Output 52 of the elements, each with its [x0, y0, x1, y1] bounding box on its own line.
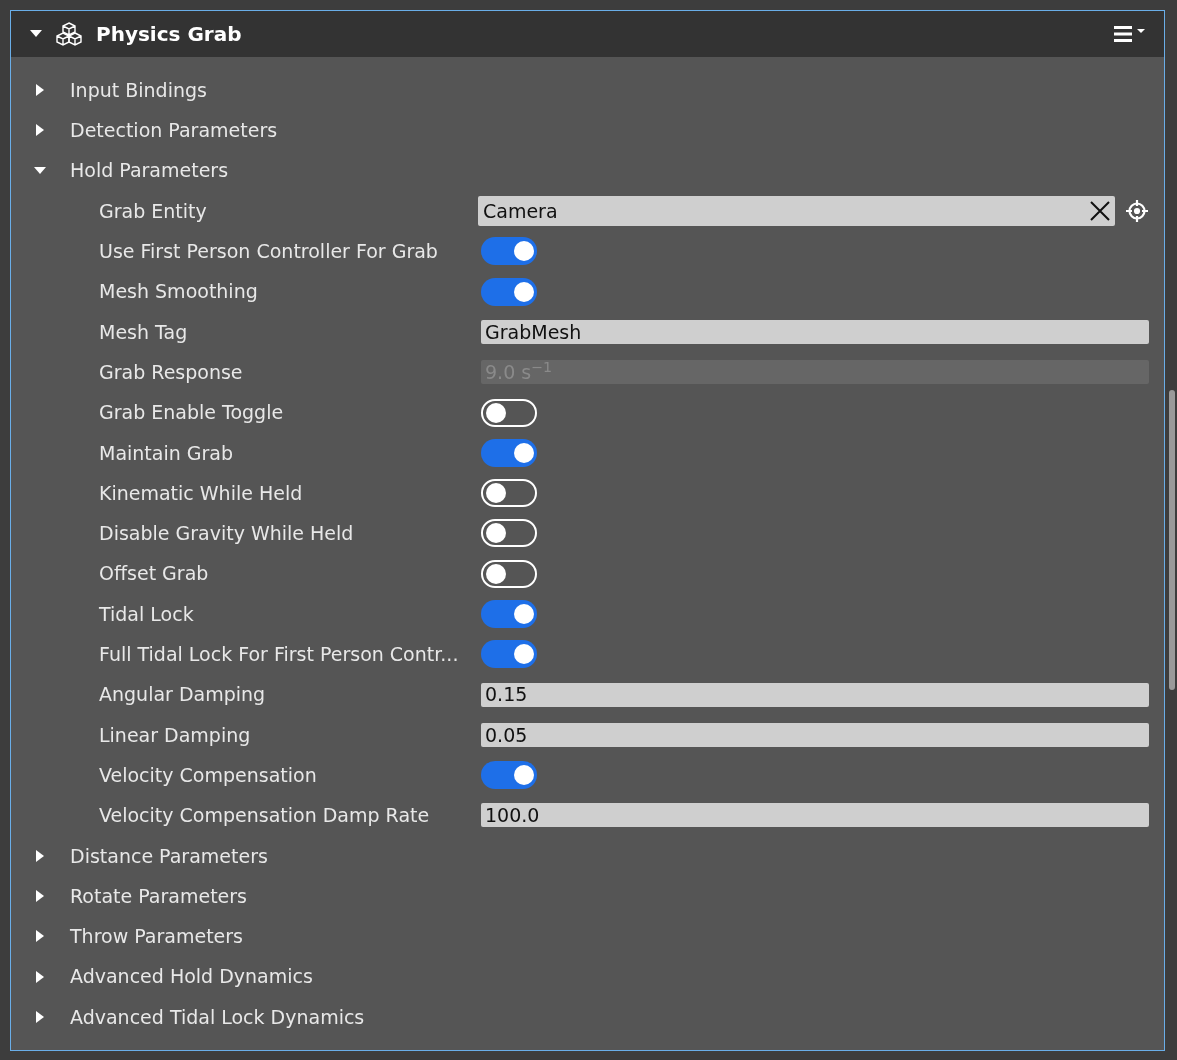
caret-right-icon[interactable]	[34, 890, 46, 903]
close-icon[interactable]	[1089, 200, 1111, 223]
toggle-switch[interactable]	[481, 398, 537, 427]
property-label: Offset Grab	[99, 561, 210, 587]
toggle-switch[interactable]	[481, 277, 537, 306]
property-label: Grab Entity	[99, 198, 208, 224]
caret-right-icon[interactable]	[34, 124, 46, 137]
section-header[interactable]: Rotate Parameters	[11, 875, 1149, 917]
entity-field[interactable]: Camera	[478, 196, 1115, 227]
section-header[interactable]: Distance Parameters	[11, 835, 1149, 876]
property-label: Linear Damping	[99, 722, 252, 748]
input-field[interactable]: 0.15	[481, 682, 1149, 707]
input-field[interactable]: 0.05	[481, 722, 1149, 747]
property-label: Tidal Lock	[99, 601, 195, 627]
property-label: Mesh Tag	[99, 319, 189, 345]
cubes-icon	[56, 22, 82, 46]
property-label: Kinematic While Held	[99, 480, 304, 506]
toggle-switch[interactable]	[481, 600, 537, 628]
section-header[interactable]: Advanced Tidal Lock Dynamics	[11, 996, 1149, 1038]
section-header[interactable]: Advanced Hold Dynamics	[11, 956, 1149, 997]
toggle-switch[interactable]	[481, 519, 537, 548]
caret-right-icon[interactable]	[34, 1010, 46, 1023]
property-label: Use First Person Controller For Grab	[99, 239, 439, 265]
toggle-switch[interactable]	[481, 479, 537, 508]
toggle-switch[interactable]	[481, 438, 537, 467]
section-header[interactable]: Detection Parameters	[11, 110, 1149, 151]
menu-icon[interactable]	[1114, 25, 1148, 43]
crosshair-icon[interactable]	[1125, 199, 1149, 224]
input-field[interactable]: GrabMesh	[481, 319, 1149, 344]
panel-title: Physics Grab	[96, 21, 243, 48]
property-label: Velocity Compensation Damp Rate	[99, 803, 431, 829]
property-label: Velocity Compensation	[99, 762, 318, 788]
toggle-switch[interactable]	[481, 761, 537, 790]
input-field[interactable]: 100.0	[481, 803, 1149, 828]
caret-right-icon[interactable]	[34, 849, 46, 862]
property-label: Mesh Smoothing	[99, 279, 259, 305]
property-label: Angular Damping	[99, 682, 267, 708]
toggle-switch[interactable]	[481, 237, 537, 266]
caret-right-icon[interactable]	[34, 930, 46, 943]
property-label: Grab Response	[99, 359, 244, 385]
property-label: Full Tidal Lock For First Person Contr...	[99, 642, 460, 668]
scrollbar-thumb[interactable]	[1169, 390, 1175, 690]
section-header[interactable]: Hold Parameters	[11, 150, 1149, 191]
caret-right-icon[interactable]	[34, 970, 46, 983]
caret-right-icon[interactable]	[34, 84, 46, 97]
property-label: Grab Enable Toggle	[99, 400, 285, 426]
section-header[interactable]: Input Bindings	[11, 70, 1149, 111]
toggle-switch[interactable]	[481, 640, 537, 669]
section-header[interactable]: Throw Parameters	[11, 916, 1149, 957]
property-label: Disable Gravity While Held	[99, 521, 355, 547]
property-label: Maintain Grab	[99, 440, 235, 466]
toggle-switch[interactable]	[481, 559, 537, 588]
